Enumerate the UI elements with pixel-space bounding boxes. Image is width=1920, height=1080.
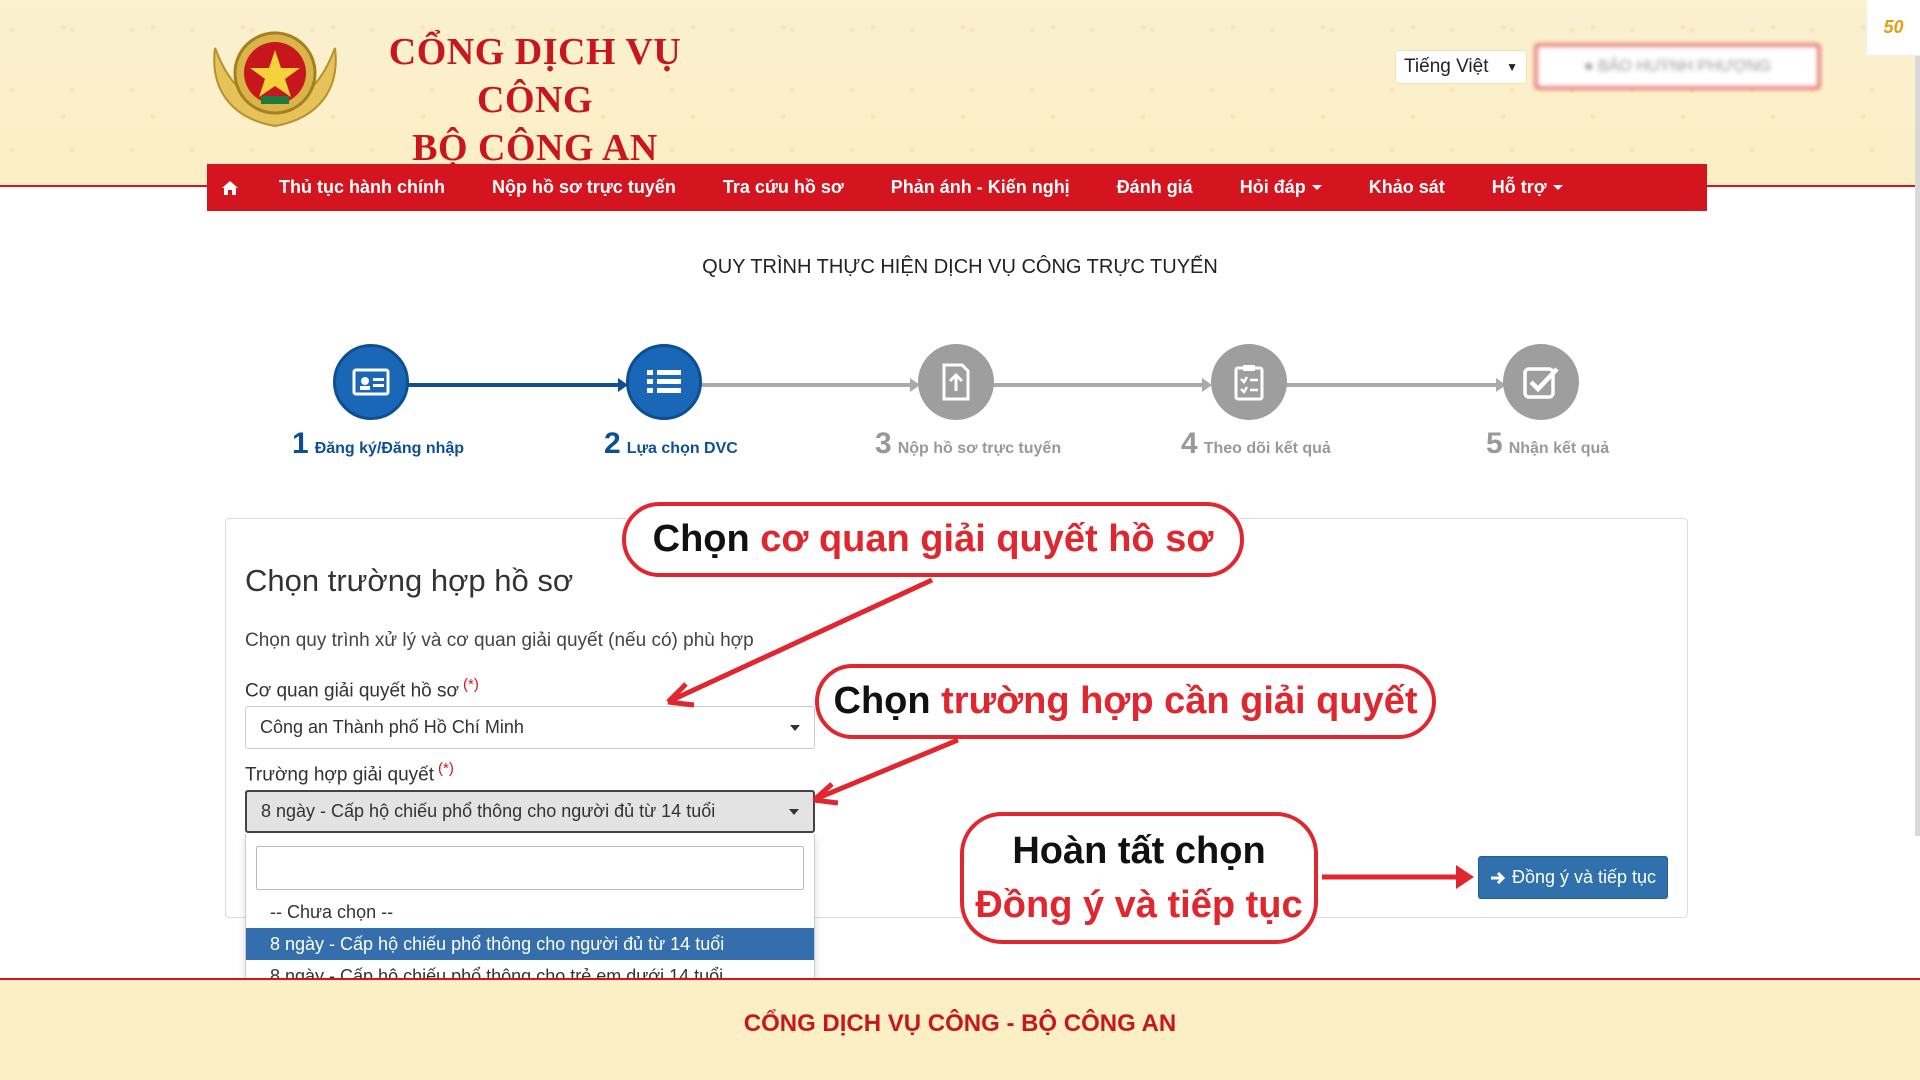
nav-item-nop-ho-so[interactable]: Nộp hồ sơ trực tuyến xyxy=(492,177,676,198)
main-nav: Thủ tục hành chính Nộp hồ sơ trực tuyến … xyxy=(207,164,1707,211)
form-description: Chọn quy trình xử lý và cơ quan giải quy… xyxy=(245,630,754,651)
step-number: 1 xyxy=(292,427,309,460)
caret-down-icon xyxy=(1311,185,1322,190)
footer-title: CỔNG DỊCH VỤ CÔNG - BỘ CÔNG AN xyxy=(743,1010,1177,1037)
step-5-circle xyxy=(1503,344,1579,420)
callout-text: Chọn xyxy=(652,518,761,560)
agency-select[interactable]: Công an Thành phố Hồ Chí Minh xyxy=(245,706,815,749)
caret-down-icon xyxy=(1552,185,1563,190)
step-2-label: 2 Lựa chọn DVC xyxy=(604,427,738,461)
required-mark: (*) xyxy=(463,676,479,693)
nav-item-phan-anh[interactable]: Phản ánh - Kiến nghị xyxy=(891,177,1070,198)
callout-highlight: trường hợp cần giải quyết xyxy=(941,680,1418,722)
scrollbar[interactable] xyxy=(1915,56,1920,836)
site-title-line1: CỔNG DỊCH VỤ CÔNG xyxy=(388,31,682,121)
process-title: QUY TRÌNH THỰC HIỆN DỊCH VỤ CÔNG TRỰC TU… xyxy=(702,256,1218,278)
dropdown-option-selected[interactable]: 8 ngày - Cấp hộ chiếu phổ thông cho ngườ… xyxy=(246,928,814,960)
agency-label-text: Cơ quan giải quyết hồ sơ xyxy=(245,680,459,702)
home-icon[interactable] xyxy=(221,180,239,196)
step-4-circle xyxy=(1211,344,1287,420)
agree-continue-label: Đồng ý và tiếp tục xyxy=(1511,867,1657,887)
callout-highlight: Đồng ý và tiếp tục xyxy=(975,884,1303,926)
step-text: Lựa chọn DVC xyxy=(626,440,738,457)
callout-text: Chọn xyxy=(833,680,942,722)
step-number: 4 xyxy=(1181,427,1198,460)
step-connector xyxy=(701,383,914,387)
corner-badge-text: 50 xyxy=(1883,17,1904,37)
callout-text: Hoàn tất chọn xyxy=(1012,830,1266,872)
case-label: Trường hợp giải quyết (*) xyxy=(245,760,454,786)
check-square-icon xyxy=(1523,367,1559,399)
nav-item-khao-sat[interactable]: Khảo sát xyxy=(1369,177,1445,198)
nav-item-label: Nộp hồ sơ trực tuyến xyxy=(491,177,676,197)
step-text: Nộp hồ sơ trực tuyến xyxy=(897,440,1062,457)
step-text: Đăng ký/Đăng nhập xyxy=(314,440,465,457)
callout-highlight: cơ quan giải quyết hồ sơ xyxy=(760,518,1214,560)
required-mark: (*) xyxy=(438,760,454,777)
step-2-circle xyxy=(626,344,702,420)
dropdown-search-input[interactable] xyxy=(256,846,804,890)
nav-item-label: Tra cứu hồ sơ xyxy=(722,177,844,197)
agency-label: Cơ quan giải quyết hồ sơ (*) xyxy=(245,676,479,702)
id-card-icon xyxy=(352,368,390,396)
step-1-label: 1 Đăng ký/Đăng nhập xyxy=(292,427,464,461)
nav-item-label: Hỗ trợ xyxy=(1491,177,1547,197)
nav-item-label: Hỏi đáp xyxy=(1239,177,1306,197)
agency-select-value: Công an Thành phố Hồ Chí Minh xyxy=(260,717,524,737)
callout-agency: Chọn cơ quan giải quyết hồ sơ xyxy=(622,502,1244,577)
step-text: Theo dõi kết quả xyxy=(1203,440,1331,457)
nav-item-danh-gia[interactable]: Đánh giá xyxy=(1117,177,1193,198)
case-dropdown-menu: -- Chưa chọn -- 8 ngày - Cấp hộ chiếu ph… xyxy=(245,834,815,1000)
user-account-button[interactable]: ● BẢO HUỲNH PHƯỢNG xyxy=(1535,44,1820,89)
agree-continue-button[interactable]: Đồng ý và tiếp tục xyxy=(1478,856,1668,899)
form-title: Chọn trường hợp hồ sơ xyxy=(245,563,574,598)
case-select[interactable]: 8 ngày - Cấp hộ chiếu phổ thông cho ngườ… xyxy=(245,790,815,833)
callout-finish: Hoàn tất chọn Đồng ý và tiếp tục xyxy=(960,812,1318,944)
step-number: 2 xyxy=(604,427,621,460)
step-connector xyxy=(993,383,1206,387)
chevron-down-icon: ▼ xyxy=(1506,60,1518,74)
corner-badge: 50 xyxy=(1866,0,1920,56)
dropdown-option[interactable]: -- Chưa chọn -- xyxy=(246,896,814,928)
callout-case: Chọn trường hợp cần giải quyết xyxy=(815,664,1436,739)
nav-item-label: Đánh giá xyxy=(1116,177,1193,197)
arrow-right-icon xyxy=(1490,871,1506,884)
caret-down-icon xyxy=(790,724,800,731)
nav-item-thu-tuc[interactable]: Thủ tục hành chính xyxy=(279,177,445,198)
site-title: CỔNG DỊCH VỤ CÔNG BỘ CÔNG AN xyxy=(355,28,715,172)
nav-item-ho-tro[interactable]: Hỗ trợ xyxy=(1492,177,1563,198)
document-upload-icon xyxy=(942,363,970,401)
language-select[interactable]: Tiếng Việt ▼ xyxy=(1395,50,1527,84)
step-5-label: 5 Nhận kết quả xyxy=(1486,427,1609,461)
user-name: BẢO HUỲNH PHƯỢNG xyxy=(1597,57,1772,75)
clipboard-icon xyxy=(1234,365,1264,401)
step-connector xyxy=(408,383,623,387)
caret-down-icon xyxy=(789,808,799,815)
step-3-label: 3 Nộp hồ sơ trực tuyến xyxy=(875,427,1061,461)
step-number: 3 xyxy=(875,427,892,460)
step-4-label: 4 Theo dõi kết quả xyxy=(1181,427,1331,461)
step-number: 5 xyxy=(1486,427,1503,460)
user-icon: ● xyxy=(1583,57,1598,75)
case-select-value: 8 ngày - Cấp hộ chiếu phổ thông cho ngườ… xyxy=(261,801,716,821)
nav-item-label: Khảo sát xyxy=(1368,177,1445,197)
step-connector xyxy=(1285,383,1500,387)
nav-item-tra-cuu[interactable]: Tra cứu hồ sơ xyxy=(723,177,844,198)
police-emblem-logo xyxy=(213,31,337,128)
step-3-circle xyxy=(918,344,994,420)
nav-item-hoi-dap[interactable]: Hỏi đáp xyxy=(1240,177,1322,198)
step-1-circle xyxy=(333,344,409,420)
case-label-text: Trường hợp giải quyết xyxy=(245,764,435,786)
list-icon xyxy=(647,370,681,393)
nav-item-label: Thủ tục hành chính xyxy=(279,177,445,197)
step-text: Nhận kết quả xyxy=(1508,440,1610,457)
language-value: Tiếng Việt xyxy=(1404,56,1489,77)
nav-item-label: Phản ánh - Kiến nghị xyxy=(890,177,1070,197)
